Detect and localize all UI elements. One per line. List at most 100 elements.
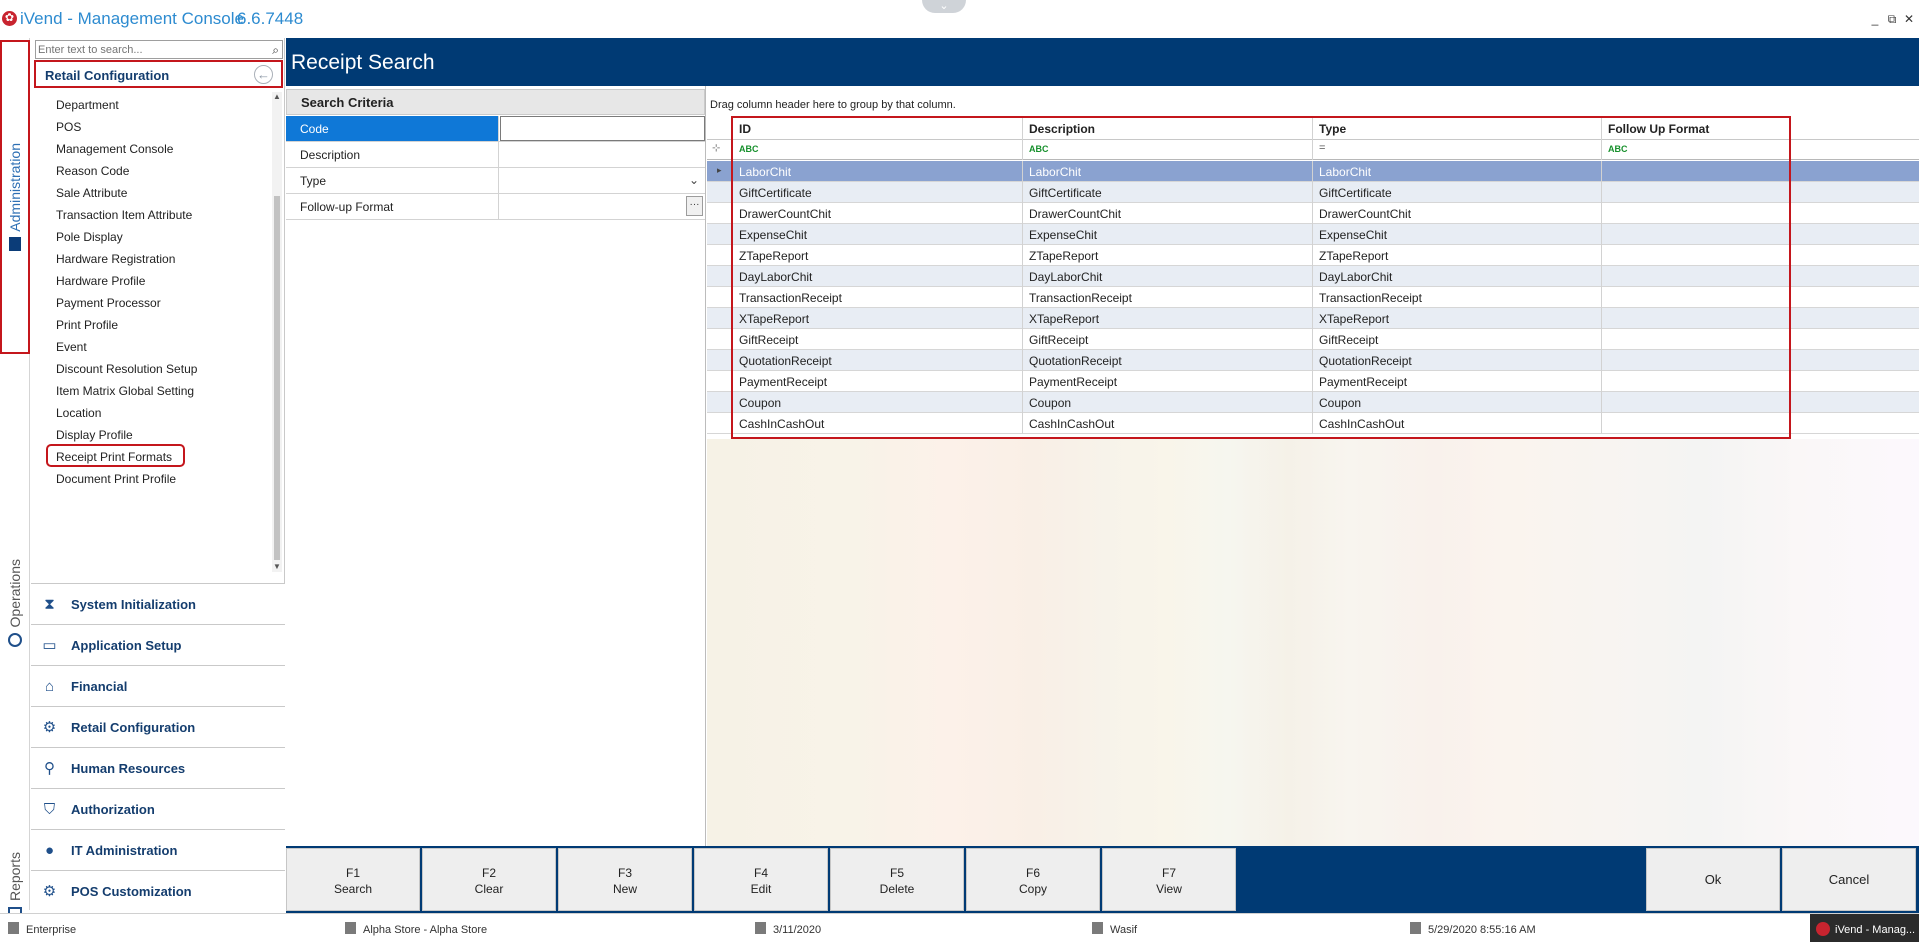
sidebar-item-event[interactable]: Event xyxy=(56,340,87,354)
sidebar-item-payment-processor[interactable]: Payment Processor xyxy=(56,296,161,310)
ok-button[interactable]: Ok xyxy=(1646,848,1780,911)
back-arrow-icon[interactable]: ← xyxy=(254,65,273,84)
sidebar-item-display-profile[interactable]: Display Profile xyxy=(56,428,133,442)
grid-body: ▸ LaborChit LaborChit LaborChit GiftCert… xyxy=(707,161,1919,440)
criteria-row-code: Code xyxy=(286,116,705,142)
table-row[interactable]: ▸ LaborChit LaborChit LaborChit xyxy=(707,161,1919,182)
sidebar-item-department[interactable]: Department xyxy=(56,98,119,112)
sidebar-item-pos[interactable]: POS xyxy=(56,120,81,134)
category-label: Human Resources xyxy=(71,761,186,776)
type-dropdown[interactable]: ⌄ xyxy=(500,168,705,193)
sidebar-item-location[interactable]: Location xyxy=(56,406,101,420)
table-row[interactable]: ExpenseChit ExpenseChit ExpenseChit xyxy=(707,224,1919,245)
filter-cell-follow-up-format[interactable]: ABC xyxy=(1602,140,1919,160)
search-input[interactable] xyxy=(38,42,263,57)
cell-id: LaborChit xyxy=(733,161,1023,182)
scroll-down-arrow-icon[interactable]: ▼ xyxy=(272,562,282,572)
group-by-panel[interactable]: Drag column header here to group by that… xyxy=(707,86,1919,118)
category-human-resources[interactable]: ⚲ Human Resources xyxy=(31,747,285,788)
taskbar-app-button[interactable]: iVend - Manag... xyxy=(1810,914,1919,942)
table-row[interactable]: ZTapeReport ZTapeReport ZTapeReport xyxy=(707,245,1919,266)
table-row[interactable]: Coupon Coupon Coupon xyxy=(707,392,1919,413)
ivend-logo-icon xyxy=(1816,922,1830,936)
filter-pin-icon: ⊹ xyxy=(712,143,721,154)
grid-header: ID Description Type Follow Up Format xyxy=(707,118,1919,140)
cell-description: TransactionReceipt xyxy=(1023,287,1313,308)
table-row[interactable]: XTapeReport XTapeReport XTapeReport xyxy=(707,308,1919,329)
tree-scrollbar[interactable]: ▲ ▼ xyxy=(272,92,282,572)
column-header-follow-up-format[interactable]: Follow Up Format xyxy=(1602,118,1919,140)
scroll-up-arrow-icon[interactable]: ▲ xyxy=(272,92,282,102)
f5-delete-button[interactable]: F5 Delete xyxy=(830,848,964,911)
category-financial[interactable]: ⌂ Financial xyxy=(31,665,285,706)
follow-up-format-field[interactable]: ··· xyxy=(500,194,705,219)
category-retail-configuration[interactable]: ⚙ Retail Configuration xyxy=(31,706,285,747)
category-label: System Initialization xyxy=(71,597,196,612)
minimize-button[interactable]: _ xyxy=(1868,12,1882,26)
sidebar-item-transaction-item-attribute[interactable]: Transaction Item Attribute xyxy=(56,208,192,222)
restore-button[interactable]: ⧉ xyxy=(1885,12,1899,26)
category-application-setup[interactable]: ▭ Application Setup xyxy=(31,624,285,665)
section-title: Retail Configuration xyxy=(45,68,170,83)
cell-description: GiftCertificate xyxy=(1023,182,1313,203)
code-field[interactable] xyxy=(501,117,704,140)
category-it-administration[interactable]: ● IT Administration xyxy=(31,829,285,870)
sidebar-item-pole-display[interactable]: Pole Display xyxy=(56,230,123,244)
table-row[interactable]: GiftCertificate GiftCertificate GiftCert… xyxy=(707,182,1919,203)
table-row[interactable]: GiftReceipt GiftReceipt GiftReceipt xyxy=(707,329,1919,350)
status-business-date: 3/11/2020 xyxy=(773,924,822,936)
criteria-label-description: Description xyxy=(286,142,499,167)
ribbon-collapse-chevron-icon[interactable]: ⌄ xyxy=(922,0,966,13)
category-system-initialization[interactable]: ⧗ System Initialization xyxy=(31,583,285,624)
sidebar-item-print-profile[interactable]: Print Profile xyxy=(56,318,118,332)
sidebar-item-management-console[interactable]: Management Console xyxy=(56,142,173,156)
close-button[interactable]: ✕ xyxy=(1902,12,1916,26)
category-pos-customization[interactable]: ⚙ POS Customization xyxy=(31,870,285,911)
sidebar-item-reason-code[interactable]: Reason Code xyxy=(56,164,129,178)
sidebar-item-receipt-print-formats[interactable]: Receipt Print Formats xyxy=(56,450,172,464)
cell-type: DayLaborChit xyxy=(1313,266,1602,287)
user-icon xyxy=(1092,922,1103,934)
cancel-button[interactable]: Cancel xyxy=(1782,848,1916,911)
description-field[interactable] xyxy=(500,142,705,167)
cell-type: Coupon xyxy=(1313,392,1602,413)
tab-operations[interactable]: Operations xyxy=(0,528,30,678)
ellipsis-button[interactable]: ··· xyxy=(686,196,703,216)
f7-view-button[interactable]: F7 View xyxy=(1102,848,1236,911)
column-header-type[interactable]: Type xyxy=(1313,118,1602,140)
table-row[interactable]: CashInCashOut CashInCashOut CashInCashOu… xyxy=(707,413,1919,434)
sidebar-item-item-matrix-global-setting[interactable]: Item Matrix Global Setting xyxy=(56,384,194,398)
f6-copy-button[interactable]: F6 Copy xyxy=(966,848,1100,911)
filter-cell-id[interactable]: ABC xyxy=(733,140,1023,160)
page-header: Receipt Search xyxy=(286,38,1919,86)
filter-cell-type[interactable]: = xyxy=(1313,140,1602,160)
f3-new-button[interactable]: F3 New xyxy=(558,848,692,911)
table-row[interactable]: DrawerCountChit DrawerCountChit DrawerCo… xyxy=(707,203,1919,224)
table-row[interactable]: QuotationReceipt QuotationReceipt Quotat… xyxy=(707,350,1919,371)
table-row[interactable]: DayLaborChit DayLaborChit DayLaborChit xyxy=(707,266,1919,287)
person-search-icon: ⚲ xyxy=(44,760,55,777)
search-criteria-panel: Search Criteria Code Description Type ⌄ … xyxy=(286,86,706,846)
cell-type: PaymentReceipt xyxy=(1313,371,1602,392)
filter-cell-description[interactable]: ABC xyxy=(1023,140,1313,160)
search-icon[interactable]: ⌕ xyxy=(272,43,279,58)
f2-clear-button[interactable]: F2 Clear xyxy=(422,848,556,911)
column-header-id[interactable]: ID xyxy=(733,118,1023,140)
table-row[interactable]: PaymentReceipt PaymentReceipt PaymentRec… xyxy=(707,371,1919,392)
f4-edit-button[interactable]: F4 Edit xyxy=(694,848,828,911)
scrollbar-thumb[interactable] xyxy=(274,196,280,560)
sidebar-item-sale-attribute[interactable]: Sale Attribute xyxy=(56,186,127,200)
f1-search-button[interactable]: F1 Search xyxy=(286,848,420,911)
sidebar-item-hardware-profile[interactable]: Hardware Profile xyxy=(56,274,145,288)
category-authorization[interactable]: ⛉ Authorization xyxy=(31,788,285,829)
cell-follow-up-format xyxy=(1602,413,1919,434)
tab-administration[interactable]: Administration xyxy=(0,40,30,354)
sidebar-item-hardware-registration[interactable]: Hardware Registration xyxy=(56,252,175,266)
sidebar-item-document-print-profile[interactable]: Document Print Profile xyxy=(56,472,176,486)
key-label: F4 xyxy=(753,866,768,880)
column-header-description[interactable]: Description xyxy=(1023,118,1313,140)
sidebar-item-discount-resolution-setup[interactable]: Discount Resolution Setup xyxy=(56,362,197,376)
chevron-down-icon[interactable]: ⌄ xyxy=(689,173,699,187)
code-field-wrapper xyxy=(500,116,705,141)
table-row[interactable]: TransactionReceipt TransactionReceipt Tr… xyxy=(707,287,1919,308)
